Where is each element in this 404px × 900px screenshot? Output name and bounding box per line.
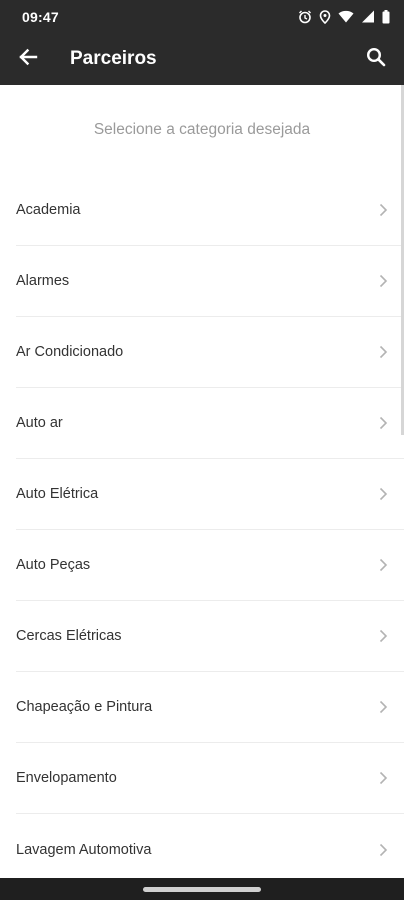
status-icons bbox=[298, 9, 390, 24]
list-item-label: Cercas Elétricas bbox=[16, 628, 122, 644]
chevron-right-icon bbox=[379, 771, 388, 785]
chevron-right-icon bbox=[379, 345, 388, 359]
chevron-right-icon bbox=[379, 274, 388, 288]
list-item-label: Ar Condicionado bbox=[16, 344, 124, 360]
system-navigation-bar bbox=[0, 878, 404, 900]
list-item-label: Chapeação e Pintura bbox=[16, 699, 153, 715]
signal-icon bbox=[361, 10, 375, 23]
chevron-right-icon bbox=[379, 558, 388, 572]
list-item[interactable]: Alarmes bbox=[16, 246, 404, 317]
list-item-label: Auto ar bbox=[16, 415, 63, 431]
list-item[interactable]: Auto Peças bbox=[16, 530, 404, 601]
wifi-icon bbox=[338, 10, 354, 23]
page-title: Parceiros bbox=[70, 48, 157, 69]
category-list: Academia Alarmes Ar Condicionado Auto ar… bbox=[0, 175, 404, 878]
list-item[interactable]: Auto ar bbox=[16, 388, 404, 459]
list-item[interactable]: Chapeação e Pintura bbox=[16, 672, 404, 743]
list-item-label: Academia bbox=[16, 202, 81, 218]
home-gesture-handle[interactable] bbox=[143, 886, 261, 892]
chevron-right-icon bbox=[379, 843, 388, 857]
content-area: Selecione a categoria desejada Academia … bbox=[0, 85, 404, 878]
list-item[interactable]: Cercas Elétricas bbox=[16, 601, 404, 672]
chevron-right-icon bbox=[379, 487, 388, 501]
alarm-icon bbox=[298, 10, 312, 24]
app-bar: Parceiros bbox=[0, 33, 404, 85]
list-item-label: Auto Elétrica bbox=[16, 486, 99, 502]
list-item-label: Envelopamento bbox=[16, 770, 117, 786]
chevron-right-icon bbox=[379, 700, 388, 714]
search-icon bbox=[366, 47, 386, 72]
chevron-right-icon bbox=[379, 203, 388, 217]
chevron-right-icon bbox=[379, 629, 388, 643]
list-item[interactable]: Ar Condicionado bbox=[16, 317, 404, 388]
list-item[interactable]: Academia bbox=[16, 175, 404, 246]
list-item[interactable]: Envelopamento bbox=[16, 743, 404, 814]
list-item-label: Lavagem Automotiva bbox=[16, 841, 152, 858]
category-subtitle: Selecione a categoria desejada bbox=[93, 121, 311, 138]
list-item-label: Auto Peças bbox=[16, 557, 91, 573]
chevron-right-icon bbox=[379, 416, 388, 430]
status-bar: 09:47 bbox=[0, 0, 404, 33]
location-icon bbox=[319, 9, 331, 24]
arrow-left-icon bbox=[18, 48, 38, 71]
list-item[interactable]: Lavagem Automotiva bbox=[16, 814, 404, 878]
search-button[interactable] bbox=[348, 33, 404, 85]
battery-icon bbox=[382, 9, 390, 24]
back-button[interactable] bbox=[0, 33, 56, 85]
status-time: 09:47 bbox=[22, 8, 59, 25]
list-item[interactable]: Auto Elétrica bbox=[16, 459, 404, 530]
list-item-label: Alarmes bbox=[16, 273, 70, 289]
